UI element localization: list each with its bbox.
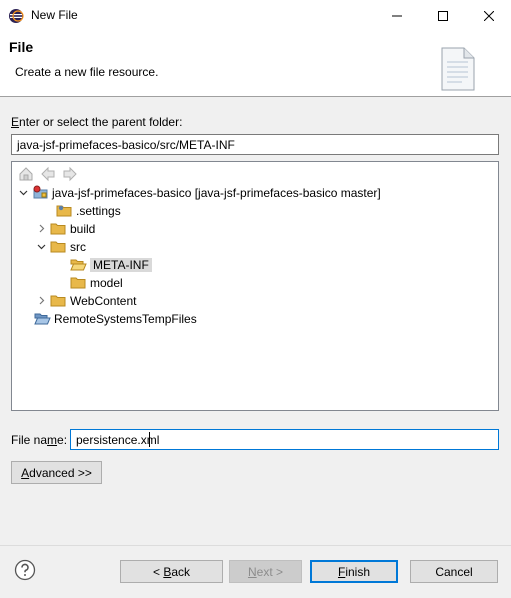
tree-item-remote-systems[interactable]: RemoteSystemsTempFiles — [20, 310, 197, 327]
window-title: New File — [31, 8, 78, 22]
file-name-value: persistence.xml — [76, 433, 160, 447]
maximize-button[interactable] — [420, 0, 465, 31]
tree-item-label: src — [70, 239, 86, 254]
finish-button[interactable]: Finish — [310, 560, 398, 583]
wizard-header: File Create a new file resource. — [0, 31, 511, 97]
title-bar: New File — [0, 0, 511, 31]
folder-icon — [50, 222, 67, 236]
file-name-label: File name: — [11, 433, 68, 447]
tree-item-meta-inf[interactable]: META-INF — [56, 256, 152, 273]
tree-item-label: java-jsf-primefaces-basico [java-jsf-pri… — [52, 185, 381, 200]
tree-item-label: build — [70, 221, 96, 236]
tree-item-label: RemoteSystemsTempFiles — [54, 311, 197, 326]
tree-item-label: META-INF — [90, 257, 152, 272]
chevron-right-icon[interactable] — [36, 220, 46, 237]
new-file-wizard-icon — [438, 46, 478, 92]
tree-item-label: .settings — [76, 203, 121, 218]
parent-folder-label: Enter or select the parent folder: — [11, 115, 183, 129]
tree-item-src[interactable]: src — [36, 238, 86, 255]
minimize-icon — [391, 15, 402, 16]
close-button[interactable] — [466, 0, 511, 31]
folder-icon — [56, 204, 73, 218]
folder-icon — [70, 276, 87, 290]
forward-arrow-icon[interactable] — [62, 166, 78, 182]
advanced-button[interactable]: Advanced >> — [11, 461, 102, 484]
home-icon[interactable] — [18, 166, 34, 182]
chevron-down-icon[interactable] — [18, 184, 28, 201]
tree-item-project[interactable]: java-jsf-primefaces-basico [java-jsf-pri… — [18, 184, 381, 201]
tree-item-label: model — [90, 275, 123, 290]
open-folder-icon — [70, 258, 87, 272]
chevron-right-icon[interactable] — [36, 292, 46, 309]
maximize-icon — [437, 10, 448, 21]
tree-toolbar — [18, 165, 88, 183]
folder-icon — [50, 294, 67, 308]
parent-folder-value: java-jsf-primefaces-basico/src/META-INF — [17, 138, 235, 152]
eclipse-icon — [8, 8, 24, 24]
help-icon[interactable] — [14, 559, 36, 581]
back-button[interactable]: < Back — [120, 560, 223, 583]
separator — [0, 545, 511, 546]
back-arrow-icon[interactable] — [40, 166, 56, 182]
page-title: File — [9, 39, 34, 55]
tree-item-model[interactable]: model — [56, 274, 123, 291]
chevron-down-icon[interactable] — [36, 238, 46, 255]
next-button[interactable]: Next > — [229, 560, 302, 583]
cancel-button[interactable]: Cancel — [410, 560, 498, 583]
java-project-icon — [32, 185, 49, 200]
tree-item-build[interactable]: build — [36, 220, 95, 237]
parent-folder-input[interactable]: java-jsf-primefaces-basico/src/META-INF — [11, 134, 499, 155]
close-icon — [483, 10, 494, 21]
tree-item-webcontent[interactable]: WebContent — [36, 292, 137, 309]
folder-icon — [50, 240, 67, 254]
text-caret — [149, 432, 150, 447]
tree-item-settings[interactable]: .settings — [42, 202, 121, 219]
tree-item-label: WebContent — [70, 293, 137, 308]
minimize-button[interactable] — [374, 0, 419, 31]
open-folder-icon — [34, 312, 51, 326]
folder-tree[interactable]: java-jsf-primefaces-basico [java-jsf-pri… — [11, 161, 499, 411]
file-name-input[interactable]: persistence.xml — [70, 429, 499, 450]
page-description: Create a new file resource. — [15, 65, 159, 79]
